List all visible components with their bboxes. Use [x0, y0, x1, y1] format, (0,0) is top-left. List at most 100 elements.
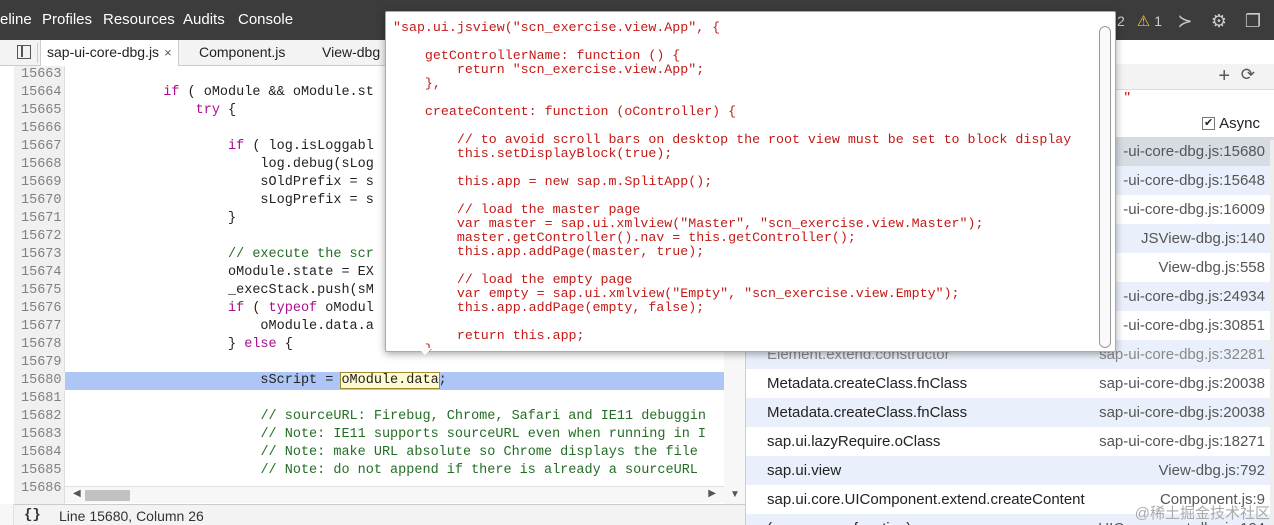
code-line[interactable]: 15683 // Note: IE11 supports sourceURL e…: [14, 426, 724, 444]
frame-location-link[interactable]: sap-ui-core-dbg.js:20038: [1099, 398, 1265, 427]
file-tab-sap-ui-core[interactable]: sap-ui-core-dbg.js ×: [40, 40, 179, 67]
horizontal-scrollbar[interactable]: ◀ ▶: [65, 486, 724, 503]
frame-location-link[interactable]: View-dbg.js:792: [1159, 456, 1265, 485]
line-number[interactable]: 15683: [14, 426, 65, 444]
code-text: if ( oModule && oModule.st: [163, 85, 374, 100]
line-number[interactable]: 15673: [14, 246, 65, 264]
popover-code-line: "sap.ui.jsview("scn_exercise.view.App", …: [393, 20, 721, 35]
line-number[interactable]: 15666: [14, 120, 65, 138]
pretty-print-button[interactable]: {}: [24, 507, 41, 523]
sidebar-scrollbar[interactable]: [1270, 140, 1274, 525]
frame-location-link[interactable]: JSView-dbg.js:140: [1141, 224, 1265, 253]
console-drawer-icon[interactable]: ≻: [1174, 11, 1196, 32]
gear-icon[interactable]: ⚙: [1208, 11, 1230, 32]
popover-code-line: this.app.addPage(empty, false);: [393, 300, 705, 315]
file-tab-view-dbg[interactable]: View-dbg: [316, 40, 386, 66]
code-text: // Note: do not append if there is alrea…: [260, 463, 707, 478]
line-number[interactable]: 15677: [14, 318, 65, 336]
warning-count[interactable]: 1: [1154, 13, 1162, 29]
refresh-icon[interactable]: ⟳: [1241, 65, 1255, 85]
frame-location-link[interactable]: -ui-core-dbg.js:24934: [1123, 282, 1265, 311]
code-text: oModule.state = EX: [66, 265, 374, 280]
file-tab-component[interactable]: Component.js: [193, 40, 291, 66]
frame-location-link[interactable]: -ui-core-dbg.js:16009: [1123, 195, 1265, 224]
dock-icon[interactable]: ❐: [1242, 11, 1264, 32]
navigator-toggle-icon[interactable]: [14, 43, 38, 63]
line-number[interactable]: 15665: [14, 102, 65, 120]
frame-location-link[interactable]: -ui-core-dbg.js:15648: [1123, 166, 1265, 195]
frame-function: (anonymous function): [767, 514, 911, 525]
line-number[interactable]: 15675: [14, 282, 65, 300]
close-icon[interactable]: ×: [164, 45, 172, 60]
file-tab-label: View-dbg: [322, 44, 381, 60]
add-watch-icon[interactable]: +: [1218, 65, 1230, 88]
popover-code-line: createContent: function (oController) {: [393, 104, 737, 119]
popover-code-line: var empty = sap.ui.xmlview("Empty", "scn…: [393, 286, 960, 301]
scroll-right-icon[interactable]: ▶: [708, 488, 716, 499]
scroll-left-icon[interactable]: ◀: [73, 488, 81, 499]
call-stack-frame[interactable]: Metadata.createClass.fnClass sap-ui-core-…: [746, 398, 1274, 427]
line-number[interactable]: 15672: [14, 228, 65, 246]
tab-timeline[interactable]: eline: [0, 11, 32, 28]
frame-location-link[interactable]: sap-ui-core-dbg.js:20038: [1099, 369, 1265, 398]
line-number[interactable]: 15663: [14, 66, 65, 84]
line-number[interactable]: 15674: [14, 264, 65, 282]
popover-code-line: this.app = new sap.m.SplitApp();: [393, 174, 713, 189]
code-line[interactable]: 15679: [14, 354, 724, 372]
line-number[interactable]: 15670: [14, 192, 65, 210]
tab-resources[interactable]: Resources: [103, 11, 175, 28]
scrollbar-thumb[interactable]: [85, 490, 130, 501]
code-line[interactable]: 15685 // Note: do not append if there is…: [14, 462, 724, 480]
line-number[interactable]: 15684: [14, 444, 65, 462]
line-number[interactable]: 15685: [14, 462, 65, 480]
line-number[interactable]: 15682: [14, 408, 65, 426]
line-number[interactable]: 15681: [14, 390, 65, 408]
line-number[interactable]: 15669: [14, 174, 65, 192]
tab-audits[interactable]: Audits: [183, 11, 225, 28]
call-stack-frame[interactable]: sap.ui.lazyRequire.oClass sap-ui-core-dbg…: [746, 427, 1274, 456]
tab-console[interactable]: Console: [238, 11, 293, 28]
call-stack-frame[interactable]: sap.ui.view View-dbg.js:792: [746, 456, 1274, 485]
line-number[interactable]: 15686: [14, 480, 65, 498]
code-text: try {: [195, 103, 237, 118]
popover-scrollbar[interactable]: [1099, 26, 1111, 348]
popover-code-line: this.setDisplayBlock(true);: [393, 146, 673, 161]
code-line[interactable]: 15680 sScript = oModule.data;: [14, 372, 724, 390]
async-checkbox[interactable]: ✔: [1202, 117, 1216, 130]
line-number[interactable]: 15678: [14, 336, 65, 354]
line-number[interactable]: 15667: [14, 138, 65, 156]
line-number[interactable]: 15668: [14, 156, 65, 174]
line-number[interactable]: 15671: [14, 210, 65, 228]
code-line[interactable]: 15682 // sourceURL: Firebug, Chrome, Saf…: [14, 408, 724, 426]
error-count[interactable]: 2: [1117, 13, 1125, 29]
watch-expression-value: ": [1124, 90, 1130, 107]
async-checkbox-label[interactable]: ✔ Async: [1202, 115, 1260, 132]
popover-code-line: return this.app;: [393, 328, 585, 343]
code-text: log.debug(sLog: [66, 157, 374, 172]
frame-function: Metadata.createClass.fnClass: [767, 404, 968, 421]
frame-function: sap.ui.lazyRequire.oClass: [767, 433, 941, 450]
code-text: // Note: make URL absolute so Chrome dis…: [260, 445, 707, 460]
scroll-down-icon[interactable]: ▼: [730, 489, 740, 500]
tab-profiles[interactable]: Profiles: [42, 11, 92, 28]
code-text: // Note: IE11 supports sourceURL even wh…: [260, 427, 707, 442]
code-text: _execStack.push(sM: [66, 283, 374, 298]
watermark: @稀土掘金技术社区: [1134, 505, 1270, 522]
code-line[interactable]: 15681: [14, 390, 724, 408]
frame-location-link[interactable]: sap-ui-core-dbg.js:32281: [1099, 340, 1265, 369]
frame-function: sap.ui.view: [767, 462, 842, 479]
code-text: if ( log.isLoggabl: [228, 139, 374, 154]
file-tab-label: sap-ui-core-dbg.js: [47, 44, 160, 60]
frame-location-link[interactable]: View-dbg.js:558: [1159, 253, 1265, 282]
source-popover[interactable]: "sap.ui.jsview("scn_exercise.view.App", …: [385, 11, 1116, 352]
code-line[interactable]: 15684 // Note: make URL absolute so Chro…: [14, 444, 724, 462]
warning-icon[interactable]: ⚠: [1137, 12, 1150, 30]
frame-location-link[interactable]: -ui-core-dbg.js:30851: [1123, 311, 1265, 340]
frame-location-link[interactable]: sap-ui-core-dbg.js:18271: [1099, 427, 1265, 456]
line-number[interactable]: 15676: [14, 300, 65, 318]
line-number[interactable]: 15680: [14, 372, 65, 390]
line-number[interactable]: 15679: [14, 354, 65, 372]
call-stack-frame[interactable]: Metadata.createClass.fnClass sap-ui-core-…: [746, 369, 1274, 398]
line-number[interactable]: 15664: [14, 84, 65, 102]
frame-location-link[interactable]: -ui-core-dbg.js:15680: [1123, 137, 1265, 166]
